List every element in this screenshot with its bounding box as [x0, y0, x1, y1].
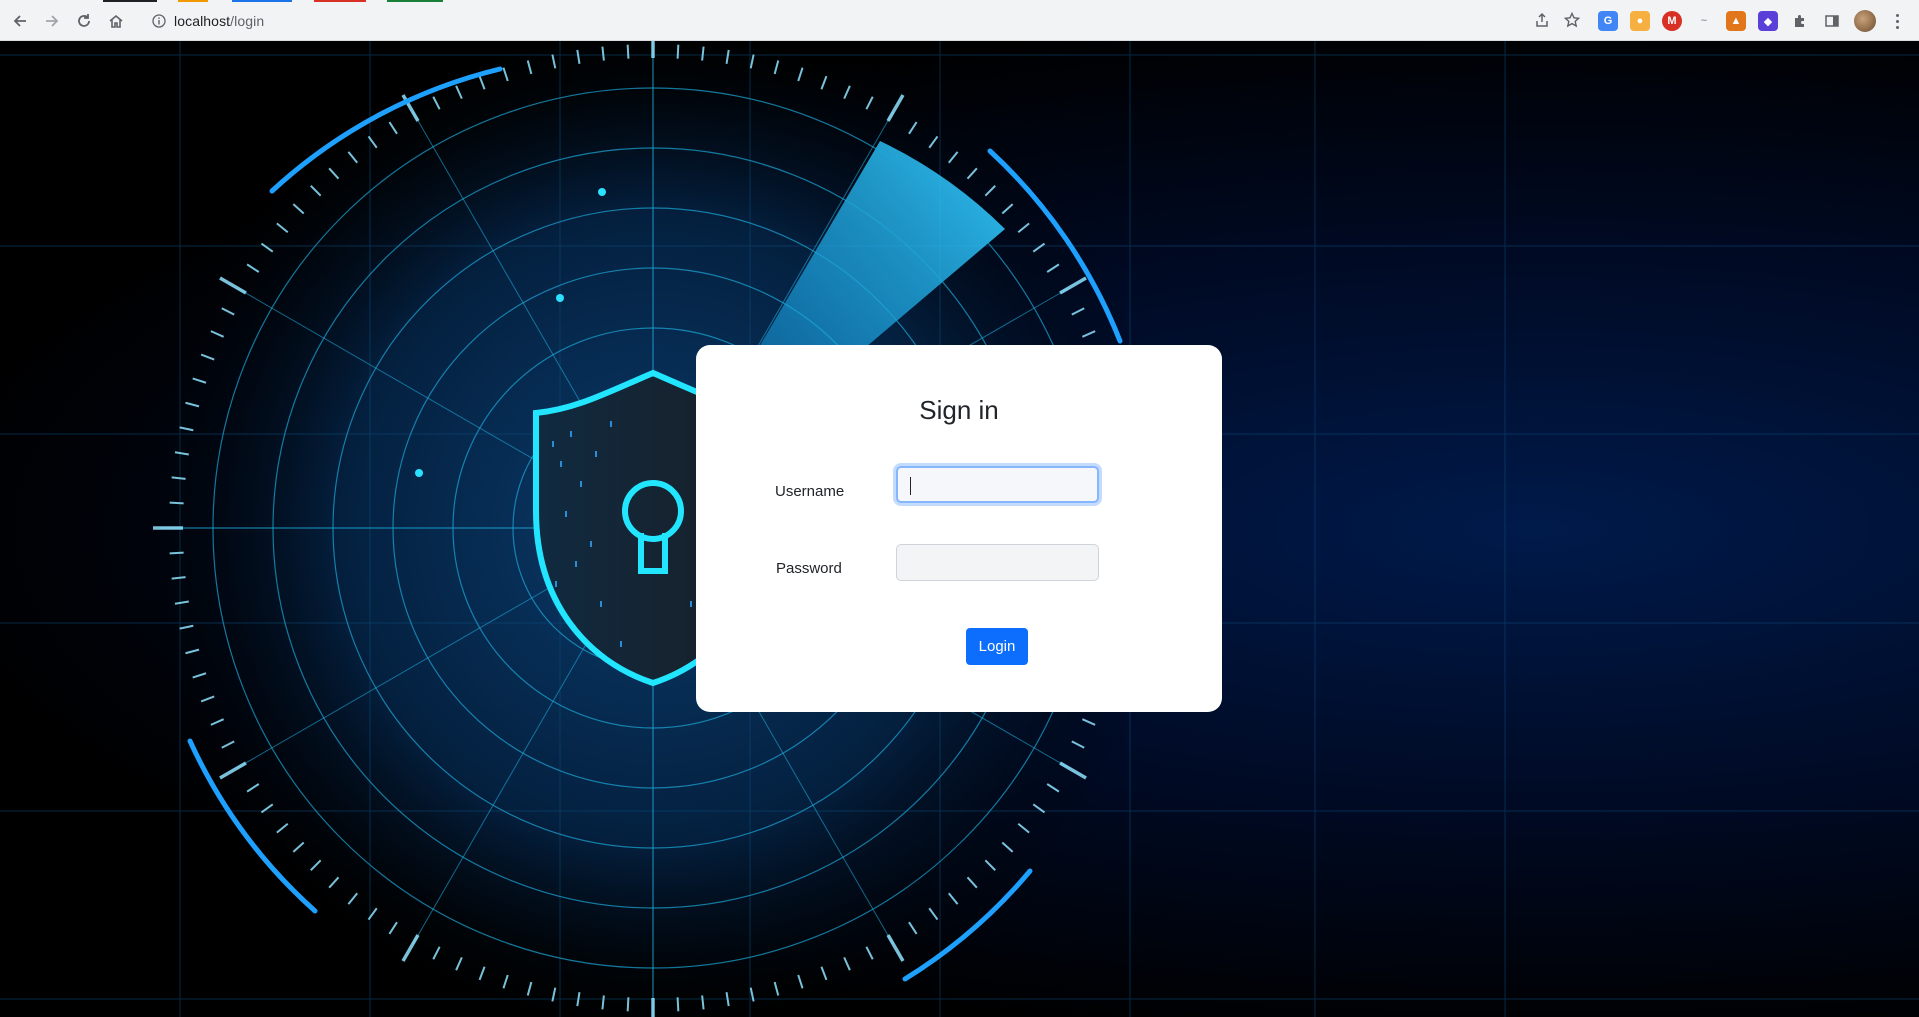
avatar[interactable] — [1854, 10, 1876, 32]
kebab-menu-icon[interactable] — [1888, 11, 1906, 31]
share-icon[interactable] — [1534, 12, 1550, 33]
reload-icon[interactable] — [74, 11, 94, 31]
address-bar[interactable]: localhost/login — [140, 8, 1590, 34]
password-input[interactable] — [896, 544, 1099, 581]
tab-strip — [0, 0, 1919, 4]
password-label: Password — [776, 560, 842, 577]
extension-icon[interactable]: ● — [1630, 11, 1650, 31]
browser-toolbar: localhost/login G ● M ~ ▲ ◆ — [0, 0, 1919, 41]
url-path: /login — [230, 13, 265, 29]
tab-indicator[interactable] — [232, 0, 292, 2]
home-icon[interactable] — [106, 11, 126, 31]
page-title: Sign in — [919, 395, 999, 425]
url-host: localhost — [174, 13, 231, 29]
tab-indicator[interactable] — [314, 0, 366, 2]
extension-icon[interactable]: ◆ — [1758, 11, 1778, 31]
login-page: Sign in Username Password Login — [0, 41, 1919, 1017]
puzzle-icon[interactable] — [1790, 11, 1810, 31]
tab-indicator[interactable] — [178, 0, 208, 2]
extension-icon[interactable]: M — [1662, 11, 1682, 31]
login-button[interactable]: Login — [966, 628, 1028, 665]
username-input[interactable] — [896, 466, 1099, 503]
extensions-bar: G ● M ~ ▲ ◆ — [1598, 10, 1906, 32]
forward-arrow-icon[interactable] — [42, 11, 62, 31]
translate-extension-icon[interactable]: G — [1598, 11, 1618, 31]
back-arrow-icon[interactable] — [10, 11, 30, 31]
star-icon[interactable] — [1563, 11, 1581, 33]
tab-indicator[interactable] — [387, 0, 443, 2]
metamask-extension-icon[interactable]: ▲ — [1726, 11, 1746, 31]
extension-icon[interactable]: ~ — [1694, 11, 1714, 31]
username-label: Username — [775, 483, 845, 500]
url-text: localhost/login — [174, 13, 264, 29]
side-panel-icon[interactable] — [1822, 11, 1842, 31]
tab-indicator[interactable] — [103, 0, 157, 2]
info-icon[interactable] — [148, 10, 170, 32]
text-caret — [910, 477, 911, 495]
login-card: Sign in Username Password Login — [696, 345, 1222, 712]
